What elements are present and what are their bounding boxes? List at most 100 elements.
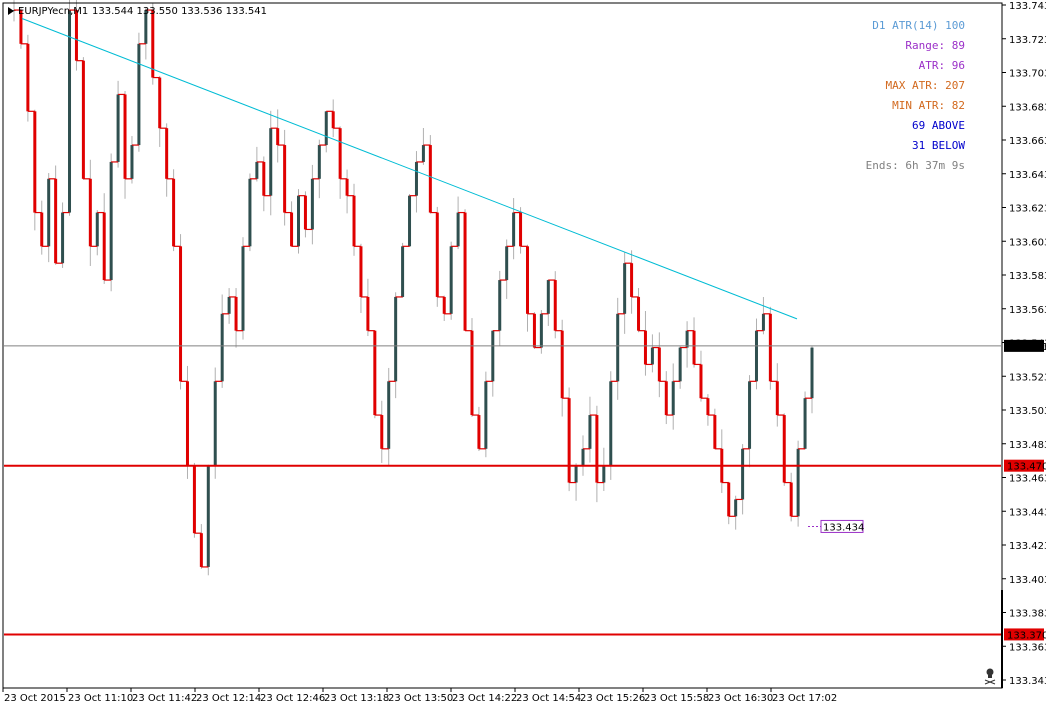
- candle-body: [491, 330, 495, 382]
- time-tick-label: 23 Oct 14:22: [452, 693, 517, 704]
- candle-body: [116, 94, 120, 162]
- time-tick-label: 23 Oct 12:14: [196, 693, 261, 704]
- price-tick-label: 133.603: [1009, 237, 1046, 248]
- price-chart[interactable]: 133.434 EURJPYecn,M1 133.544 133.550 133…: [0, 0, 1046, 707]
- candle-body: [421, 145, 425, 162]
- candle-body: [449, 246, 453, 314]
- candle-body: [650, 347, 654, 365]
- candle-body: [373, 330, 377, 416]
- candle-body: [165, 128, 169, 179]
- ohlc-readout: 133.544 133.550 133.536 133.541: [92, 6, 267, 17]
- candle-body: [539, 313, 543, 348]
- candle-body: [74, 10, 78, 61]
- price-marker-label: 133.434: [823, 522, 864, 533]
- candle-body: [595, 415, 599, 483]
- candle-body: [442, 296, 446, 314]
- candle-body: [387, 381, 391, 449]
- candle-body: [54, 178, 58, 264]
- candle-body: [623, 263, 627, 314]
- time-tick-label: 23 Oct 17:02: [772, 693, 837, 704]
- time-tick-label: 23 Oct 13:18: [324, 693, 389, 704]
- time-tick-label: 23 Oct 13:50: [388, 693, 453, 704]
- candle-body: [414, 161, 418, 196]
- price-tag-label: 133.541: [1007, 342, 1046, 353]
- candle-body: [428, 145, 432, 213]
- candle-body: [40, 212, 44, 247]
- time-tick-label: 23 Oct 15:58: [644, 693, 709, 704]
- info-line: Ends: 6h 37m 9s: [866, 159, 965, 172]
- candle-body: [643, 330, 647, 365]
- candle-body: [532, 313, 536, 348]
- candle-body: [477, 415, 481, 449]
- candle-body: [560, 330, 564, 399]
- candle-body: [241, 246, 245, 331]
- candle-body: [359, 246, 363, 297]
- candle-body: [179, 246, 183, 382]
- candle-body: [588, 415, 592, 449]
- candle-body: [33, 111, 37, 213]
- candle-body: [512, 212, 516, 247]
- candle-body: [519, 212, 523, 247]
- candle-body: [220, 313, 224, 382]
- candle-body: [761, 313, 765, 331]
- candle-body: [68, 10, 72, 213]
- candle-body: [713, 415, 717, 449]
- price-tick-label: 133.583: [1009, 271, 1046, 282]
- candle-body: [810, 347, 814, 399]
- candle-body: [109, 161, 113, 281]
- candle-body: [699, 364, 703, 399]
- candle-body: [637, 296, 641, 331]
- candle-body: [81, 60, 85, 179]
- candle-body: [408, 195, 412, 247]
- candle-body: [470, 330, 474, 416]
- info-line: ATR: 96: [919, 59, 965, 72]
- price-tick-label: 133.563: [1009, 305, 1046, 316]
- time-tick-label: 23 Oct 2015: [4, 693, 66, 704]
- candle-body: [692, 330, 696, 365]
- candle-body: [657, 347, 661, 382]
- candle-body: [727, 482, 731, 517]
- candle-body: [297, 195, 301, 247]
- price-tick-label: 133.403: [1009, 575, 1046, 586]
- price-tick-label: 133.343: [1009, 676, 1046, 687]
- candle-body: [123, 94, 127, 179]
- candle-body: [498, 280, 502, 331]
- candle-body: [609, 381, 613, 466]
- time-tick-label: 23 Oct 11:10: [68, 693, 133, 704]
- candle-body: [484, 381, 488, 449]
- candle-body: [775, 381, 779, 416]
- candle-body: [130, 145, 134, 179]
- price-tick-label: 133.483: [1009, 440, 1046, 451]
- candle-body: [789, 482, 793, 517]
- candle-body: [310, 178, 314, 230]
- time-tick-label: 23 Oct 12:46: [260, 693, 325, 704]
- info-line: 31 BELOW: [912, 139, 965, 152]
- candle-body: [26, 43, 30, 112]
- info-line: 69 ABOVE: [912, 119, 965, 132]
- candle-body: [317, 145, 321, 179]
- candle-body: [671, 381, 675, 416]
- candle-body: [768, 313, 772, 382]
- candle-body: [741, 448, 745, 500]
- candle-body: [172, 178, 176, 247]
- candle-body: [95, 212, 99, 247]
- time-tick-label: 23 Oct 15:26: [580, 693, 645, 704]
- candle-body: [269, 128, 273, 196]
- candle-body: [137, 43, 141, 146]
- candle-body: [151, 10, 155, 78]
- candle-body: [553, 280, 557, 331]
- candle-body: [803, 398, 807, 449]
- candle-body: [213, 381, 217, 466]
- candle-body: [331, 111, 335, 129]
- candle-body: [796, 448, 800, 517]
- candle-body: [185, 381, 189, 466]
- candle-body: [574, 465, 578, 483]
- price-tick-label: 133.663: [1009, 136, 1046, 147]
- candle-body: [61, 212, 65, 264]
- symbol-timeframe: EURJPYecn,M1: [18, 6, 88, 17]
- candle-body: [234, 296, 238, 331]
- candle-body: [525, 246, 529, 314]
- info-line: MAX ATR: 207: [886, 79, 965, 92]
- candle-body: [255, 161, 259, 179]
- time-tick-label: 23 Oct 16:30: [708, 693, 773, 704]
